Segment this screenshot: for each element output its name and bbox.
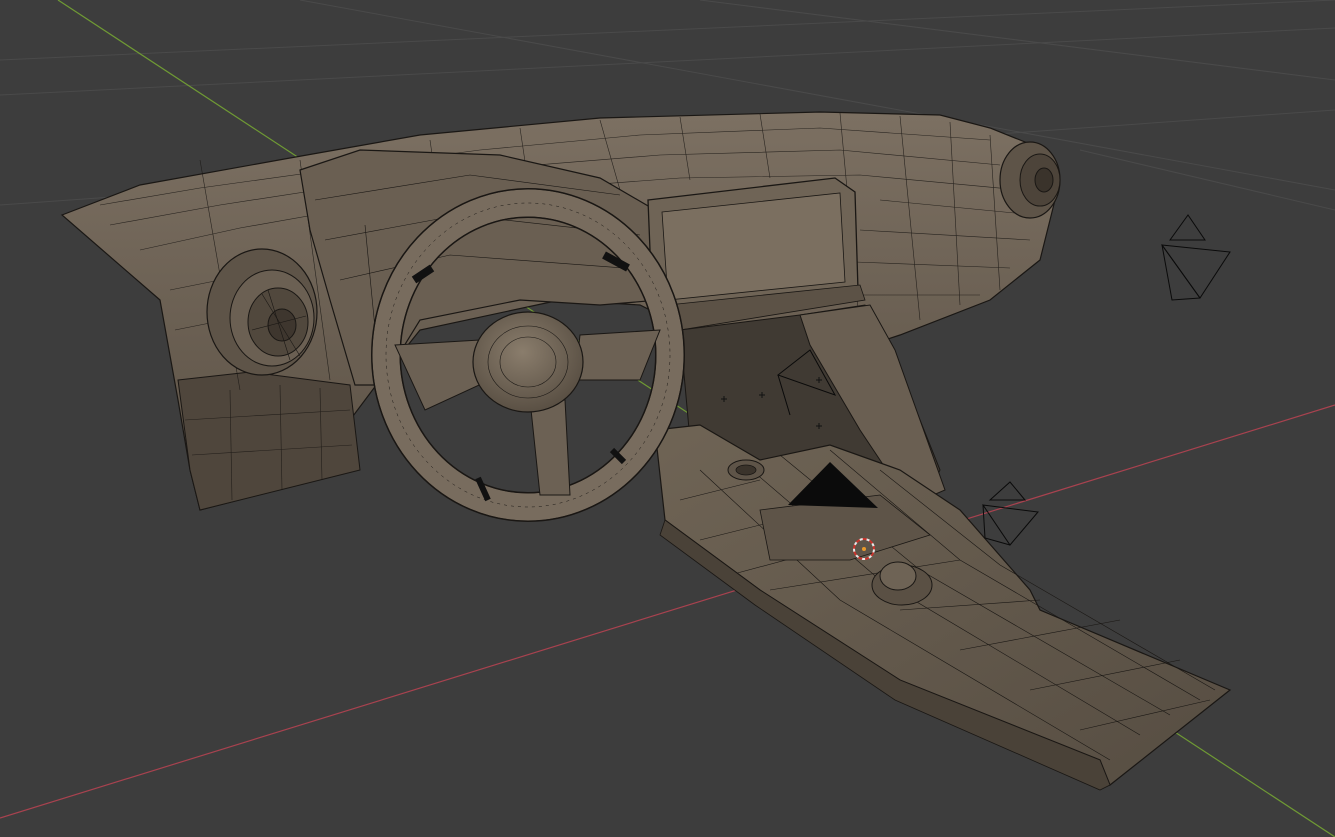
left-air-vent[interactable] bbox=[206, 248, 318, 376]
viewport-canvas[interactable] bbox=[0, 0, 1335, 837]
camera-object-2[interactable] bbox=[981, 481, 1039, 546]
cupholder[interactable] bbox=[727, 459, 765, 481]
3d-viewport[interactable] bbox=[0, 0, 1335, 837]
camera-object-1[interactable] bbox=[1160, 214, 1231, 301]
right-air-vent[interactable] bbox=[999, 141, 1061, 219]
